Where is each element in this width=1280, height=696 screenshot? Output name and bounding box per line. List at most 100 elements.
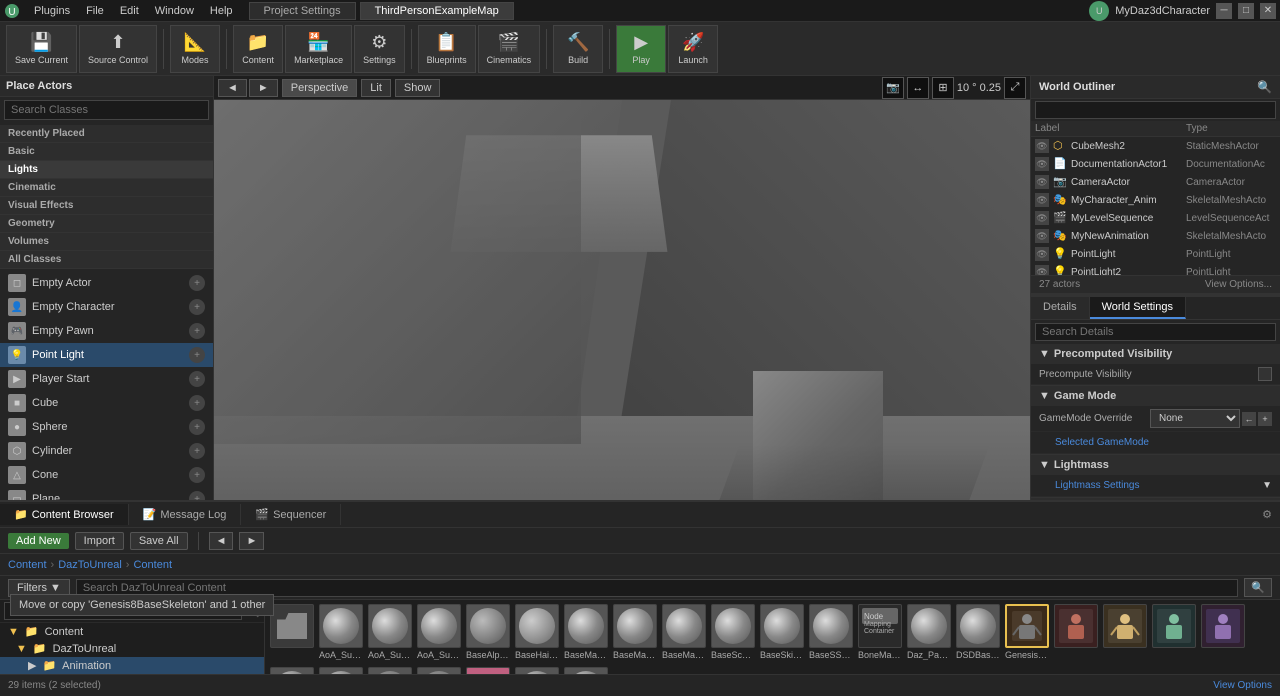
settings-btn[interactable]: ⚙ Settings <box>354 25 405 73</box>
content-browser-tab[interactable]: 📁 Content Browser <box>0 504 129 525</box>
blueprints-btn[interactable]: 📋 Blueprints <box>418 25 476 73</box>
actor-point-light[interactable]: 💡 Point Light + <box>0 343 213 367</box>
outliner-cubemesh2[interactable]: 👁 ⬡ CubeMesh2 StaticMeshActor <box>1031 137 1280 155</box>
asset-basemasked[interactable]: BaseMasked_Material <box>563 604 609 664</box>
eye-vis-icon-2[interactable]: 👁 <box>1035 157 1049 171</box>
outliner-camera[interactable]: 👁 📷 CameraActor CameraActor <box>1031 173 1280 191</box>
folder-animation[interactable]: ▶ 📁 Animation <box>0 657 264 674</box>
geometry-category[interactable]: Geometry <box>0 215 213 233</box>
cinematics-btn[interactable]: 🎬 Cinematics <box>478 25 541 73</box>
modes-btn[interactable]: 📐 Modes <box>170 25 220 73</box>
asset-bonemapping[interactable]: Node Mapping Container BoneMapping <box>857 604 903 664</box>
basic-category[interactable]: Basic <box>0 143 213 161</box>
world-settings-tab[interactable]: World Settings <box>1090 297 1186 319</box>
add-new-btn[interactable]: Add New <box>8 533 69 549</box>
outliner-pointlight2[interactable]: 👁 💡 PointLight2 PointLight <box>1031 263 1280 275</box>
details-tab[interactable]: Details <box>1031 297 1090 319</box>
vp-maximize-btn[interactable]: ⤢ <box>1004 77 1026 99</box>
asset-sphere-r4[interactable] <box>416 667 462 674</box>
asset-genesis8[interactable]: Genesis8_BaseSkeleton <box>1004 604 1050 664</box>
view-options-btn[interactable]: View Options... <box>1205 279 1272 290</box>
asset-anim-4[interactable] <box>1200 604 1246 664</box>
asset-sphere-r1[interactable] <box>269 667 315 674</box>
play-btn[interactable]: ▶ Play <box>616 25 666 73</box>
precomputed-visibility-header[interactable]: ▼ Precomputed Visibility <box>1031 344 1280 364</box>
recently-placed-section[interactable]: Recently Placed <box>0 125 213 143</box>
eye-vis-icon-8[interactable]: 👁 <box>1035 265 1049 275</box>
outliner-search-input[interactable] <box>1035 101 1276 119</box>
asset-pink-mat[interactable] <box>465 667 511 674</box>
vp-transform-btn[interactable]: ↔ <box>907 77 929 99</box>
cinematic-category[interactable]: Cinematic <box>0 179 213 197</box>
outliner-search-icon[interactable]: 🔍 <box>1257 80 1272 94</box>
vp-grid-btn[interactable]: ⊞ <box>932 77 954 99</box>
eye-vis-icon-3[interactable]: 👁 <box>1035 175 1049 189</box>
path-daztounreal[interactable]: DazToUnreal <box>58 559 122 571</box>
maximize-btn[interactable]: □ <box>1238 3 1254 19</box>
player-start-add[interactable]: + <box>189 371 205 387</box>
asset-anim-2[interactable] <box>1102 604 1148 664</box>
asset-anim-1[interactable] <box>1053 604 1099 664</box>
gamemode-override-dropdown[interactable]: None <box>1150 409 1240 428</box>
menu-help[interactable]: Help <box>202 3 241 19</box>
asset-search-input[interactable] <box>76 579 1238 597</box>
outliner-levelseq[interactable]: 👁 🎬 MyLevelSequence LevelSequenceAct <box>1031 209 1280 227</box>
outliner-documentation[interactable]: 👁 📄 DocumentationActor1 DocumentationAc <box>1031 155 1280 173</box>
asset-aoa-subsurface-1[interactable]: AoA_Subsurface_MaterialD <box>318 604 364 664</box>
actor-empty-character[interactable]: 👤 Empty Character + <box>0 295 213 319</box>
vp-show-btn[interactable]: Show <box>395 79 441 97</box>
content-btn[interactable]: 📁 Content <box>233 25 283 73</box>
save-all-btn[interactable]: Save All <box>130 532 188 550</box>
minimize-btn[interactable]: ─ <box>1216 3 1232 19</box>
empty-pawn-add[interactable]: + <box>189 323 205 339</box>
vp-lit-btn[interactable]: Lit <box>361 79 391 97</box>
eye-vis-icon-4[interactable]: 👁 <box>1035 193 1049 207</box>
message-log-tab[interactable]: 📝 Message Log <box>129 504 242 525</box>
actor-sphere[interactable]: ● Sphere + <box>0 415 213 439</box>
folder-daztounreal[interactable]: ▼ 📁 DazToUnreal <box>0 640 264 657</box>
eye-vis-icon-6[interactable]: 👁 <box>1035 229 1049 243</box>
lights-category[interactable]: Lights <box>0 161 213 179</box>
precompute-visibility-checkbox[interactable] <box>1258 367 1272 381</box>
cylinder-add[interactable]: + <box>189 443 205 459</box>
asset-baseSSS[interactable]: BaseSSSSkin_Material <box>808 604 854 664</box>
asset-sphere-r6[interactable] <box>563 667 609 674</box>
asset-anim-3[interactable] <box>1151 604 1197 664</box>
eye-vis-icon-7[interactable]: 👁 <box>1035 247 1049 261</box>
vp-camera-btn[interactable]: 📷 <box>882 77 904 99</box>
asset-sphere-r2[interactable] <box>318 667 364 674</box>
path-content[interactable]: Content <box>8 559 47 571</box>
filters-btn[interactable]: Filters ▼ <box>8 579 70 597</box>
volumes-category[interactable]: Volumes <box>0 233 213 251</box>
asset-folder[interactable] <box>269 604 315 664</box>
asset-sphere-r5[interactable] <box>514 667 560 674</box>
vp-perspective-btn[interactable]: Perspective <box>282 79 357 97</box>
actor-empty-pawn[interactable]: 🎮 Empty Pawn + <box>0 319 213 343</box>
lightmass-header[interactable]: ▼ Lightmass <box>1031 455 1280 475</box>
search-actors-input[interactable] <box>4 100 209 120</box>
asset-basehair[interactable]: BaseHair_Material <box>514 604 560 664</box>
all-classes-category[interactable]: All Classes <box>0 251 213 269</box>
empty-character-add[interactable]: + <box>189 299 205 315</box>
asset-basescalp[interactable]: BaseScalp_Material <box>710 604 756 664</box>
folder-content[interactable]: ▼ 📁 Content <box>0 623 264 640</box>
cone-add[interactable]: + <box>189 467 205 483</box>
save-current-btn[interactable]: 💾 Save Current <box>6 25 77 73</box>
asset-dsdbase[interactable]: DSDBase_Material <box>955 604 1001 664</box>
bottom-panel-settings-btn[interactable]: ⚙ <box>1254 504 1280 525</box>
actor-cone[interactable]: △ Cone + <box>0 463 213 487</box>
asset-basealpha[interactable]: BaseAlpha_Material <box>465 604 511 664</box>
eye-vis-icon-5[interactable]: 👁 <box>1035 211 1049 225</box>
build-btn[interactable]: 🔨 Build <box>553 25 603 73</box>
game-mode-header[interactable]: ▼ Game Mode <box>1031 386 1280 406</box>
asset-aoa-subsurface-3[interactable]: AoA_Subsurface_Diagnosti <box>416 604 462 664</box>
asset-daz-params[interactable]: Daz_Parameters <box>906 604 952 664</box>
outliner-pointlight[interactable]: 👁 💡 PointLight PointLight <box>1031 245 1280 263</box>
cube-add[interactable]: + <box>189 395 205 411</box>
actor-empty-actor[interactable]: ◻ Empty Actor + <box>0 271 213 295</box>
menu-window[interactable]: Window <box>147 3 202 19</box>
nav-left-btn[interactable]: ◄ <box>209 532 234 550</box>
path-content2[interactable]: Content <box>133 559 172 571</box>
import-btn[interactable]: Import <box>75 532 124 550</box>
selected-gamemode-label[interactable]: Selected GameMode <box>1039 435 1165 450</box>
